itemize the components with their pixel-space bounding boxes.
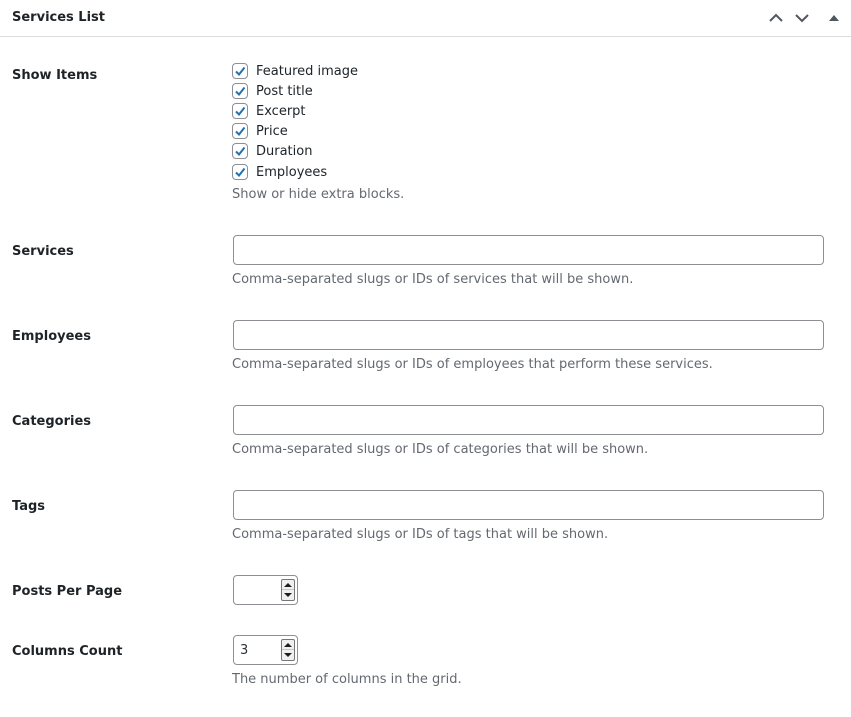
excerpt-checkbox[interactable] xyxy=(232,103,248,119)
featured-image-checkbox[interactable] xyxy=(232,63,248,79)
employees-option-label: Employees xyxy=(256,164,328,180)
employees-checkbox[interactable] xyxy=(232,164,248,180)
spin-up-arrow-icon[interactable] xyxy=(282,580,294,590)
checkbox-row-price[interactable]: Price xyxy=(232,122,288,140)
panel-header: Services List xyxy=(0,0,851,37)
posts-per-page-label: Posts Per Page xyxy=(12,584,123,599)
spin-down-arrow-icon[interactable] xyxy=(282,590,294,600)
spin-down-arrow-icon[interactable] xyxy=(282,650,294,660)
employees-input[interactable] xyxy=(233,320,824,350)
chevron-up-icon[interactable] xyxy=(767,9,785,27)
posts-per-page-spinner[interactable] xyxy=(281,579,295,601)
show-items-label: Show Items xyxy=(12,68,98,83)
columns-count-input[interactable]: 3 xyxy=(233,635,298,665)
columns-count-description: The number of columns in the grid. xyxy=(232,672,462,687)
tags-label: Tags xyxy=(12,499,46,514)
spin-up-arrow-icon[interactable] xyxy=(282,640,294,650)
employees-label: Employees xyxy=(12,329,91,344)
tags-description: Comma-separated slugs or IDs of tags tha… xyxy=(232,527,609,542)
duration-label: Duration xyxy=(256,143,313,159)
checkbox-row-employees[interactable]: Employees xyxy=(232,163,327,181)
services-description: Comma-separated slugs or IDs of services… xyxy=(232,272,634,287)
employees-description: Comma-separated slugs or IDs of employee… xyxy=(232,357,713,372)
columns-count-value: 3 xyxy=(240,643,249,658)
posts-per-page-input[interactable] xyxy=(233,575,298,605)
post-title-checkbox[interactable] xyxy=(232,83,248,99)
categories-description: Comma-separated slugs or IDs of categori… xyxy=(232,442,649,457)
tags-input[interactable] xyxy=(233,490,824,520)
categories-input[interactable] xyxy=(233,405,824,435)
excerpt-label: Excerpt xyxy=(256,103,306,119)
featured-image-label: Featured image xyxy=(256,63,359,79)
panel-title: Services List xyxy=(12,10,105,25)
columns-count-label: Columns Count xyxy=(12,644,123,659)
checkbox-row-featured-image[interactable]: Featured image xyxy=(232,62,358,80)
price-checkbox[interactable] xyxy=(232,123,248,139)
checkbox-row-excerpt[interactable]: Excerpt xyxy=(232,102,306,120)
triangle-up-icon[interactable] xyxy=(825,9,843,27)
columns-count-spinner[interactable] xyxy=(281,639,295,661)
categories-label: Categories xyxy=(12,414,92,429)
checkbox-row-post-title[interactable]: Post title xyxy=(232,82,313,100)
price-label: Price xyxy=(256,123,288,139)
post-title-label: Post title xyxy=(256,83,313,99)
services-label: Services xyxy=(12,244,74,259)
duration-checkbox[interactable] xyxy=(232,143,248,159)
checkbox-row-duration[interactable]: Duration xyxy=(232,142,312,160)
services-input[interactable] xyxy=(233,235,824,265)
show-items-description: Show or hide extra blocks. xyxy=(232,187,405,202)
chevron-down-icon[interactable] xyxy=(793,9,811,27)
